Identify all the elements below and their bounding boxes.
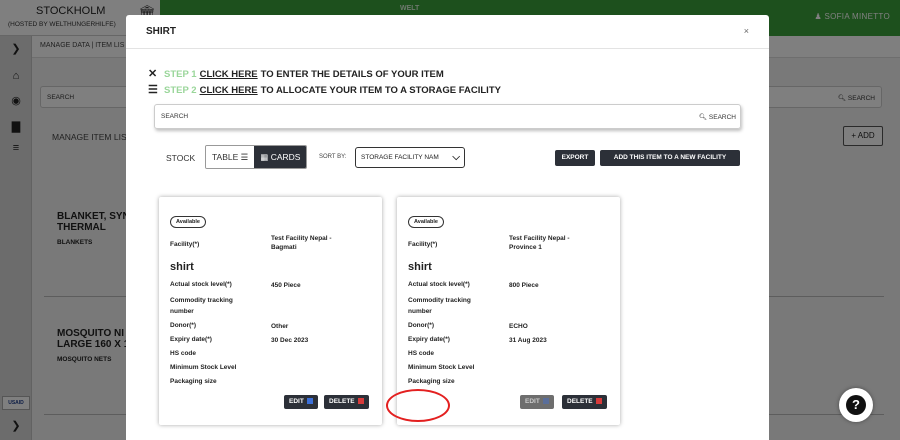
view-toggle: TABLE ☰ ▦ CARDS xyxy=(205,145,308,169)
tracking-label-line1: Commodity tracking xyxy=(170,297,233,304)
search-button[interactable]: 🔍︎ SEARCH xyxy=(699,113,736,121)
facility-line2: Bagmati xyxy=(271,244,297,251)
menu-icon: ☰ xyxy=(148,84,158,96)
stock-level-label: Actual stock level(*) xyxy=(408,281,470,288)
min-stock-label: Minimum Stock Level xyxy=(408,364,475,371)
hs-code-label: HS code xyxy=(408,350,435,357)
tracking-label: Commodity tracking number xyxy=(170,295,233,317)
stock-level-label: Actual stock level(*) xyxy=(170,281,232,288)
donor-value: ECHO xyxy=(509,323,528,330)
sort-value: STORAGE FACILITY NAM xyxy=(361,154,439,161)
help-button[interactable]: ? xyxy=(839,388,873,422)
list-icon: ☰ xyxy=(240,152,249,162)
stock-card: Available Facility(*) Test Facility Nepa… xyxy=(159,197,382,425)
expiry-label: Expiry date(*) xyxy=(170,336,212,343)
edit-label: EDIT xyxy=(525,398,540,405)
table-view-button[interactable]: TABLE ☰ xyxy=(206,146,255,168)
grid-icon: ▦ xyxy=(260,152,269,162)
step-2-link[interactable]: CLICK HERE xyxy=(200,85,258,96)
trash-icon xyxy=(595,398,602,404)
packaging-label: Packaging size xyxy=(170,378,217,385)
step-1-text: TO ENTER THE DETAILS OF YOUR ITEM xyxy=(260,69,444,80)
expiry-value: 30 Dec 2023 xyxy=(271,337,309,344)
expiry-label: Expiry date(*) xyxy=(408,336,450,343)
step-1-label: STEP 1 xyxy=(164,69,197,80)
facility-label: Facility(*) xyxy=(170,241,200,248)
tracking-label-line1: Commodity tracking xyxy=(408,297,471,304)
delete-button[interactable]: DELETE xyxy=(562,395,607,409)
item-name: shirt xyxy=(408,261,432,273)
facility-line1: Test Facility Nepal - xyxy=(271,235,332,242)
edit-icon xyxy=(306,398,313,404)
search-placeholder: SEARCH xyxy=(161,113,189,120)
cards-view-button[interactable]: ▦ CARDS xyxy=(254,146,307,168)
delete-button[interactable]: DELETE xyxy=(324,395,369,409)
delete-label: DELETE xyxy=(567,398,593,405)
packaging-label: Packaging size xyxy=(408,378,455,385)
cards-view-label: CARDS xyxy=(270,152,301,162)
export-button[interactable]: EXPORT xyxy=(555,150,595,166)
tracking-label: Commodity tracking number xyxy=(408,295,471,317)
edit-icon xyxy=(542,398,549,404)
expiry-value: 31 Aug 2023 xyxy=(509,337,547,344)
tracking-label-line2: number xyxy=(408,308,432,315)
status-badge: Available xyxy=(408,216,444,228)
add-to-facility-button[interactable]: ADD THIS ITEM TO A NEW FACILITY xyxy=(600,150,740,166)
stock-level-value: 450 Piece xyxy=(271,282,301,289)
step-2: ☰ STEP 2 CLICK HERE TO ALLOCATE YOUR ITEM T… xyxy=(148,83,501,96)
close-icon[interactable]: × xyxy=(744,26,749,36)
step-1-link[interactable]: CLICK HERE xyxy=(200,69,258,80)
item-name: shirt xyxy=(170,261,194,273)
step-2-label: STEP 2 xyxy=(164,85,197,96)
x-icon: ✕ xyxy=(148,68,158,80)
sort-select[interactable]: STORAGE FACILITY NAM ⌵ xyxy=(355,147,465,168)
step-2-text: TO ALLOCATE YOUR ITEM TO A STORAGE FACIL… xyxy=(260,85,501,96)
step-1: ✕ STEP 1 CLICK HERE TO ENTER THE DETAILS OF… xyxy=(148,67,444,80)
trash-icon xyxy=(357,398,364,404)
donor-label: Donor(*) xyxy=(408,322,434,329)
search-icon: 🔍︎ xyxy=(698,114,708,121)
table-view-label: TABLE xyxy=(212,152,239,162)
facility-line1: Test Facility Nepal - xyxy=(509,235,570,242)
stock-level-value: 800 Piece xyxy=(509,282,539,289)
facility-label: Facility(*) xyxy=(408,241,438,248)
sort-label: SORT BY: xyxy=(319,154,347,160)
delete-label: DELETE xyxy=(329,398,355,405)
facility-value: Test Facility Nepal - Bagmati xyxy=(271,234,332,252)
donor-value: Other xyxy=(271,323,289,330)
min-stock-label: Minimum Stock Level xyxy=(170,364,237,371)
stock-label: STOCK xyxy=(166,153,196,163)
donor-label: Donor(*) xyxy=(170,322,196,329)
edit-button[interactable]: EDIT xyxy=(284,395,318,409)
highlight-ring xyxy=(386,389,450,422)
help-icon: ? xyxy=(846,395,866,415)
facility-value: Test Facility Nepal - Province 1 xyxy=(509,234,570,252)
tracking-label-line2: number xyxy=(170,308,194,315)
hs-code-label: HS code xyxy=(170,350,197,357)
facility-line2: Province 1 xyxy=(509,244,542,251)
chevron-down-icon: ⌵ xyxy=(452,152,460,163)
search-input[interactable]: SEARCH 🔍︎ SEARCH xyxy=(154,104,741,129)
modal-header: SHIRT × xyxy=(126,15,769,49)
status-badge: Available xyxy=(170,216,206,228)
search-button-label: SEARCH xyxy=(708,114,736,121)
edit-label: EDIT xyxy=(289,398,304,405)
edit-button[interactable]: EDIT xyxy=(520,395,554,409)
modal-title: SHIRT xyxy=(146,26,176,37)
